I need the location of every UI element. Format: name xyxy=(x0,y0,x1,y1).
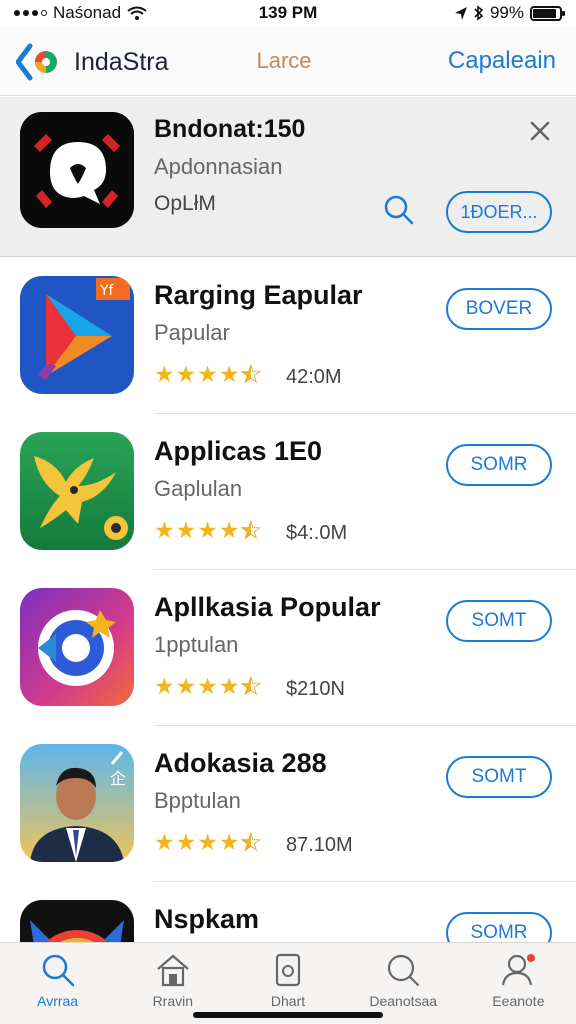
list-item[interactable]: 企 Adokasia 288 Bpptulan ★ ★ ★ ★ ★ 87.10M… xyxy=(0,726,576,882)
app-logo-icon xyxy=(16,43,57,81)
star-icon: ★ xyxy=(218,517,240,543)
close-icon[interactable] xyxy=(526,117,554,145)
tab-label: Avrraa xyxy=(37,993,79,1009)
star-icon: ★ xyxy=(218,673,240,699)
list-item[interactable]: Applicas 1E0 Gaplulan ★ ★ ★ ★ ★ $4:.0M S… xyxy=(0,414,576,570)
get-button[interactable]: BOVER xyxy=(446,288,552,330)
back-button[interactable]: IndaStra xyxy=(16,42,169,82)
star-icon: ★ xyxy=(175,829,197,855)
battery-icon xyxy=(530,5,565,21)
wifi-icon xyxy=(127,6,147,20)
phone-icon xyxy=(275,953,301,987)
star-icon: ★ xyxy=(218,829,240,855)
home-icon xyxy=(157,954,189,987)
star-icon: ★ xyxy=(154,517,175,543)
star-half-icon: ★ xyxy=(240,673,262,699)
magnifier-icon xyxy=(388,954,420,987)
star-icon: ★ xyxy=(218,361,240,387)
tab-label: Dhart xyxy=(270,993,306,1009)
nav-bar: IndaStra Larce Capaleain xyxy=(0,26,576,96)
app-subtitle: Papular xyxy=(154,320,230,345)
star-icon: ★ xyxy=(197,361,218,387)
app-subtitle: Gaplulan xyxy=(154,476,243,501)
app-title: Adokasia 288 xyxy=(154,748,327,778)
rating-stars: ★ ★ ★ ★ ★ xyxy=(154,829,262,855)
nav-title: IndaStra xyxy=(74,47,169,76)
star-icon: ★ xyxy=(197,829,218,855)
star-icon: ★ xyxy=(154,361,175,387)
app-subtitle: 1pptulan xyxy=(154,632,239,657)
target-icon xyxy=(20,588,134,706)
app-meta: $4:.0M xyxy=(286,522,348,544)
featured-subtitle: Apdonnasian xyxy=(154,154,283,179)
app-title: Apllkasia Popular xyxy=(154,592,381,622)
location-icon xyxy=(454,6,467,20)
star-icon: ★ xyxy=(175,673,197,699)
rating-stars: ★ ★ ★ ★ ★ xyxy=(154,517,262,543)
app-list: Yf Rarging Eapular Papular ★ ★ ★ ★ ★ 42:… xyxy=(0,258,576,1024)
star-half-icon: ★ xyxy=(240,517,262,543)
signal-icon xyxy=(14,10,47,16)
home-indicator xyxy=(193,1012,383,1018)
nav-right-link[interactable]: Capaleain xyxy=(448,47,556,75)
app-title: Rarging Eapular xyxy=(154,280,363,310)
list-item[interactable]: Apllkasia Popular 1pptulan ★ ★ ★ ★ ★ $21… xyxy=(0,570,576,726)
profile-icon xyxy=(502,954,536,986)
battery-percent: 99% xyxy=(489,3,524,22)
star-icon: ★ xyxy=(175,361,197,387)
star-half-icon: ★ xyxy=(240,829,262,855)
bird-icon xyxy=(20,432,134,550)
featured-banner[interactable]: Bndonat:150 Apdonnasian OpLłM 1ĐOER... xyxy=(0,97,576,257)
star-half-icon: ★ xyxy=(240,361,262,387)
app-meta: $210N xyxy=(286,678,345,700)
featured-app-icon[interactable] xyxy=(20,112,134,228)
search-icon[interactable] xyxy=(382,193,416,227)
rating-stars: ★ ★ ★ ★ ★ xyxy=(154,673,262,699)
get-button[interactable]: SOMT xyxy=(446,600,552,642)
app-title: Nspkam xyxy=(154,904,260,934)
featured-secondary: OpLłM xyxy=(154,192,216,215)
star-icon: ★ xyxy=(175,517,197,543)
portrait-icon: 企 xyxy=(20,744,134,862)
tab-search[interactable]: Avrraa xyxy=(0,943,115,1024)
featured-title: Bndonat:150 xyxy=(154,115,306,143)
tab-label: Eeanote xyxy=(492,993,545,1009)
list-item[interactable]: Yf Rarging Eapular Papular ★ ★ ★ ★ ★ 42:… xyxy=(0,258,576,414)
svg-text:Yf: Yf xyxy=(99,283,115,299)
app-meta: 87.10M xyxy=(286,834,353,856)
search-icon xyxy=(42,954,74,987)
app-meta: 42:0M xyxy=(286,366,342,388)
get-button[interactable]: SOMT xyxy=(446,756,552,798)
carrier-label: Naśonad xyxy=(53,3,122,22)
star-icon: ★ xyxy=(197,673,218,699)
svg-text:企: 企 xyxy=(110,769,126,788)
bluetooth-icon xyxy=(474,5,484,21)
rating-stars: ★ ★ ★ ★ ★ xyxy=(154,361,262,387)
star-icon: ★ xyxy=(154,673,175,699)
star-icon: ★ xyxy=(197,517,218,543)
star-icon: ★ xyxy=(154,829,175,855)
nav-center-link[interactable]: Larce xyxy=(256,48,311,74)
tab-profile[interactable]: Eeanote xyxy=(461,943,576,1024)
featured-action-button[interactable]: 1ĐOER... xyxy=(446,191,552,233)
tab-label: Deanotsaa xyxy=(369,993,438,1009)
status-time: 139 PM xyxy=(258,3,318,22)
status-bar: Naśonad 139 PM 99% xyxy=(0,0,576,26)
get-button[interactable]: SOMR xyxy=(446,444,552,486)
app-title: Applicas 1E0 xyxy=(154,436,323,466)
tab-label: Rravin xyxy=(152,993,194,1009)
app-subtitle: Bpptulan xyxy=(154,788,241,813)
play-icon: Yf xyxy=(20,276,134,394)
